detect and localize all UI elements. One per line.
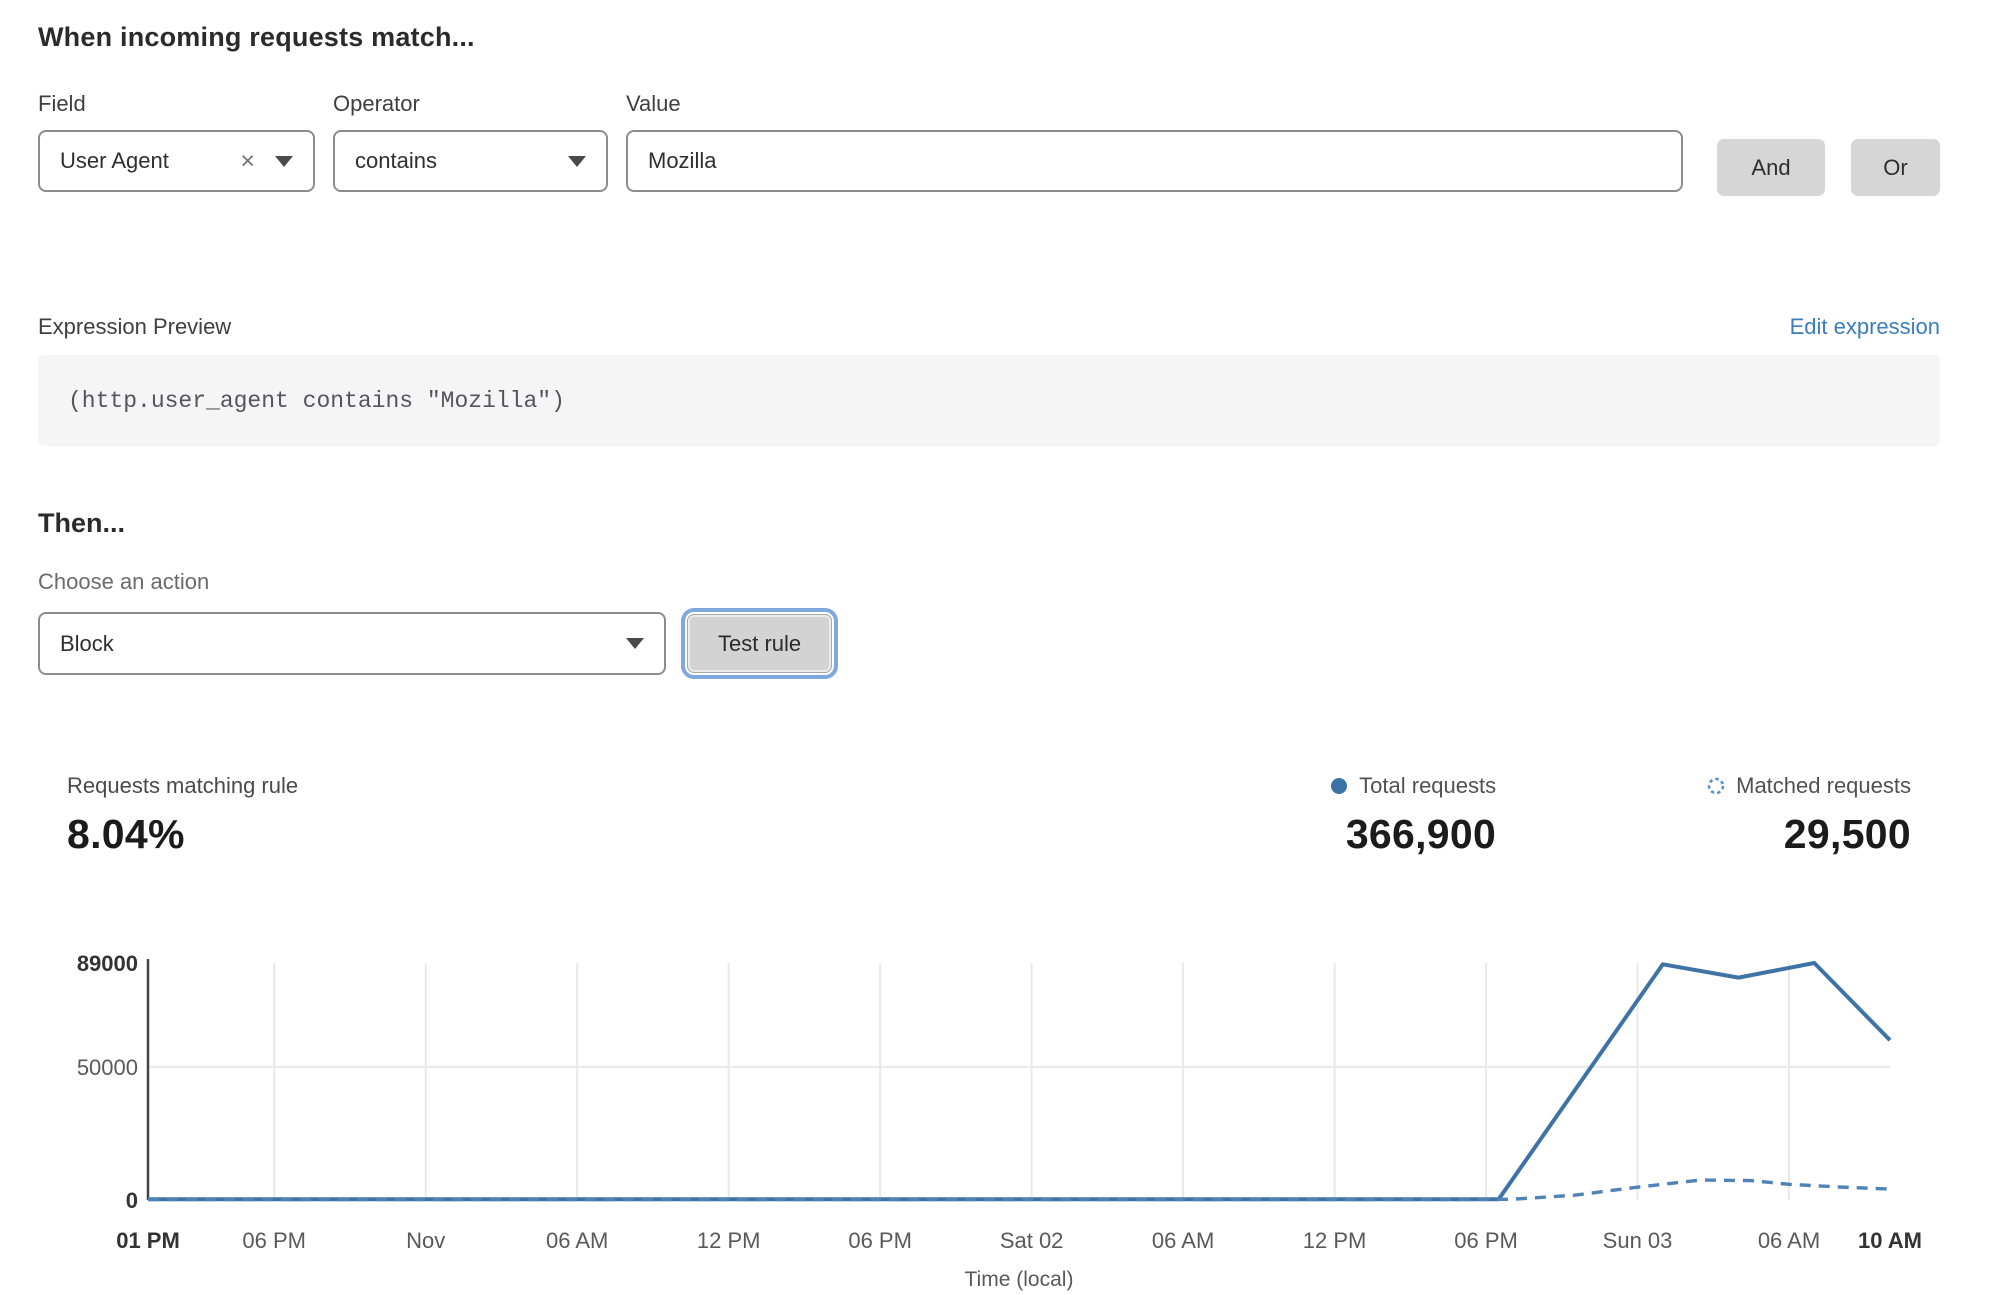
svg-text:0: 0	[126, 1188, 138, 1213]
operator-selected-value: contains	[355, 148, 568, 174]
chevron-down-icon	[626, 638, 644, 649]
firewall-rule-builder-page: When incoming requests match... Field Us…	[0, 0, 1999, 1295]
field-dropdown[interactable]: User Agent ×	[38, 130, 315, 192]
svg-text:06 PM: 06 PM	[848, 1228, 912, 1253]
field-group: Field User Agent ×	[38, 91, 333, 192]
field-selected-value: User Agent	[60, 148, 240, 174]
svg-text:06 AM: 06 AM	[546, 1228, 608, 1253]
operator-label: Operator	[333, 91, 626, 117]
matching-rule-stat: Requests matching rule 8.04%	[67, 773, 1330, 858]
value-group: Value	[626, 91, 1683, 192]
matched-requests-value: 29,500	[1707, 811, 1911, 858]
clear-field-icon[interactable]: ×	[240, 149, 255, 174]
matched-requests-label: Matched requests	[1736, 773, 1911, 799]
value-label: Value	[626, 91, 1683, 117]
test-rule-button[interactable]: Test rule	[687, 614, 832, 673]
matched-requests-stat: Matched requests 29,500	[1707, 773, 1911, 858]
matching-rule-value: 8.04%	[67, 811, 1330, 858]
and-button[interactable]: And	[1717, 139, 1825, 196]
matching-rule-label: Requests matching rule	[67, 773, 1330, 799]
action-selected-value: Block	[60, 631, 626, 657]
svg-text:Time (local): Time (local)	[965, 1268, 1074, 1291]
chevron-down-icon	[568, 156, 586, 167]
total-requests-label: Total requests	[1359, 773, 1496, 799]
svg-text:Sat 02: Sat 02	[1000, 1228, 1064, 1253]
matched-requests-legend: Matched requests	[1707, 773, 1911, 799]
svg-text:06 PM: 06 PM	[242, 1228, 306, 1253]
action-dropdown[interactable]: Block	[38, 612, 666, 675]
svg-text:50000: 50000	[77, 1055, 138, 1080]
svg-text:Sun 03: Sun 03	[1603, 1228, 1673, 1253]
expression-code: (http.user_agent contains "Mozilla")	[68, 388, 565, 414]
solid-dot-icon	[1330, 777, 1348, 795]
total-requests-legend: Total requests	[1330, 773, 1496, 799]
condition-row: Field User Agent × Operator contains Val…	[38, 91, 1940, 196]
svg-text:06 AM: 06 AM	[1758, 1228, 1820, 1253]
svg-text:12 PM: 12 PM	[1303, 1228, 1367, 1253]
expression-preview-label: Expression Preview	[38, 314, 231, 340]
svg-text:89000: 89000	[77, 951, 138, 976]
expression-preview-box: (http.user_agent contains "Mozilla")	[38, 355, 1940, 446]
action-row: Block Test rule	[38, 612, 1940, 675]
total-requests-value: 366,900	[1330, 811, 1496, 858]
chevron-down-icon	[275, 156, 293, 167]
or-button[interactable]: Or	[1851, 139, 1940, 196]
dashed-circle-icon	[1707, 777, 1725, 795]
match-heading: When incoming requests match...	[38, 0, 1940, 53]
svg-text:10 AM: 10 AM	[1858, 1228, 1922, 1253]
operator-group: Operator contains	[333, 91, 626, 192]
choose-action-label: Choose an action	[38, 569, 1940, 595]
svg-text:01 PM: 01 PM	[116, 1228, 180, 1253]
expression-header: Expression Preview Edit expression	[38, 314, 1940, 340]
stats-row: Requests matching rule 8.04% Total reque…	[38, 773, 1940, 858]
field-label: Field	[38, 91, 333, 117]
edit-expression-link[interactable]: Edit expression	[1790, 314, 1940, 340]
total-requests-stat: Total requests 366,900	[1330, 773, 1496, 858]
svg-text:Nov: Nov	[406, 1228, 445, 1253]
svg-text:06 AM: 06 AM	[1152, 1228, 1214, 1253]
requests-chart: 89000 50000 0 01 PM 06 PM Nov 06 AM 12 PM 06 PM S…	[0, 945, 1999, 1295]
value-input[interactable]	[626, 130, 1683, 192]
svg-text:06 PM: 06 PM	[1454, 1228, 1518, 1253]
svg-text:12 PM: 12 PM	[697, 1228, 761, 1253]
then-heading: Then...	[38, 508, 1940, 539]
operator-dropdown[interactable]: contains	[333, 130, 608, 192]
